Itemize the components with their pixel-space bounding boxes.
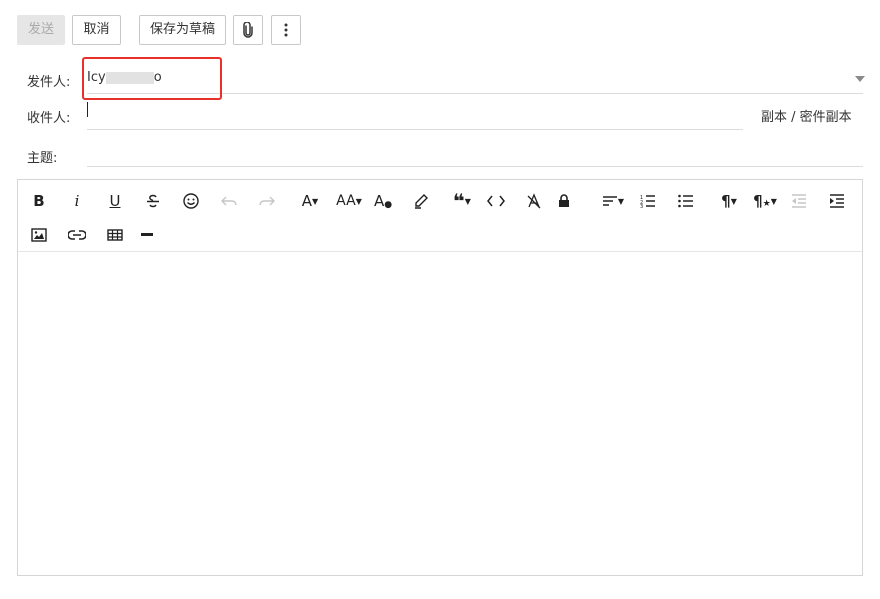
subject-label: 主题:	[27, 151, 58, 166]
caret-down-icon: ▼	[464, 196, 471, 206]
undo-button[interactable]	[215, 188, 243, 214]
caret-down-icon: ▼	[730, 196, 737, 206]
font-size-label: AA	[336, 193, 356, 209]
caret-down-icon: ▼	[312, 196, 319, 206]
paragraph-label: ¶	[721, 192, 731, 210]
font-color-label: A	[373, 192, 385, 210]
horizontal-rule-icon	[141, 233, 153, 236]
cancel-button[interactable]: 取消	[72, 15, 121, 45]
highlight-button[interactable]	[407, 188, 435, 214]
insert-table-button[interactable]	[101, 222, 129, 248]
indent-button[interactable]	[823, 188, 851, 214]
font-color-button[interactable]: A ●	[369, 188, 397, 214]
outdent-button[interactable]	[785, 188, 813, 214]
ordered-list-button[interactable]: 123	[634, 188, 662, 214]
paperclip-icon	[243, 21, 253, 38]
undo-icon	[221, 196, 237, 206]
align-left-icon	[602, 196, 617, 206]
lock-icon	[559, 194, 569, 207]
quote-icon: ❝	[453, 189, 465, 213]
italic-button[interactable]: i	[63, 188, 91, 214]
star-icon: ★	[762, 199, 771, 209]
horizontal-rule-button[interactable]	[133, 222, 161, 248]
send-button[interactable]: 发送	[17, 15, 65, 45]
outdent-icon	[792, 194, 806, 208]
more-button[interactable]	[271, 15, 301, 45]
text-cursor	[87, 102, 88, 117]
indent-icon	[830, 194, 844, 208]
underline-button[interactable]: U	[101, 188, 129, 214]
rich-text-editor: B i U A ▼ AA ▼ A ● ❝ ▼ ▼ 123 ¶ ▼ ¶ ★ ▼	[17, 179, 863, 576]
emoji-button[interactable]	[177, 188, 205, 214]
subject-input[interactable]	[87, 143, 863, 165]
unordered-list-icon	[678, 194, 693, 208]
link-icon	[68, 230, 86, 240]
strikethrough-button[interactable]	[139, 188, 167, 214]
save-draft-button[interactable]: 保存为草稿	[139, 15, 226, 45]
code-icon	[487, 195, 505, 207]
caret-down-icon: ▼	[617, 196, 625, 206]
marker-icon	[415, 194, 428, 209]
subject-underline	[87, 166, 863, 167]
image-icon	[31, 228, 47, 242]
redo-icon	[259, 196, 275, 206]
insert-link-button[interactable]	[63, 222, 91, 248]
attach-button[interactable]	[233, 15, 263, 45]
clear-format-icon	[527, 193, 541, 209]
caret-down-icon: ▼	[355, 196, 362, 206]
paragraph-format-button[interactable]: ¶ ▼	[714, 188, 744, 214]
to-input[interactable]	[87, 102, 743, 126]
font-family-button[interactable]: A ▼	[296, 188, 324, 214]
editor-content-area[interactable]	[18, 252, 862, 575]
blockquote-button[interactable]: ❝ ▼	[446, 188, 478, 214]
bold-button[interactable]: B	[25, 188, 53, 214]
to-underline	[87, 129, 743, 130]
more-vertical-icon	[284, 23, 288, 37]
paragraph-style-label: ¶	[753, 192, 763, 210]
table-icon	[107, 229, 123, 241]
insert-image-button[interactable]	[25, 222, 53, 248]
from-dropdown-icon[interactable]	[855, 76, 865, 82]
cc-bcc-link[interactable]: 副本 / 密件副本	[761, 106, 852, 125]
unordered-list-button[interactable]	[672, 188, 700, 214]
font-size-button[interactable]: AA ▼	[332, 188, 366, 214]
droplet-icon: ●	[384, 200, 393, 210]
font-family-label: A	[301, 192, 313, 210]
caret-down-icon: ▼	[770, 196, 777, 206]
to-label: 收件人:	[27, 111, 71, 126]
strikethrough-icon	[147, 194, 159, 208]
redo-button[interactable]	[253, 188, 281, 214]
code-button[interactable]	[482, 188, 510, 214]
paragraph-style-button[interactable]: ¶ ★ ▼	[749, 188, 781, 214]
lock-button[interactable]	[550, 188, 578, 214]
ordered-list-icon: 123	[640, 195, 655, 208]
align-button[interactable]: ▼	[597, 188, 629, 214]
svg-text:3: 3	[640, 204, 643, 208]
clear-format-button[interactable]	[520, 188, 548, 214]
highlight-box	[82, 57, 222, 100]
smiley-icon	[183, 193, 199, 209]
from-label: 发件人:	[27, 75, 71, 90]
